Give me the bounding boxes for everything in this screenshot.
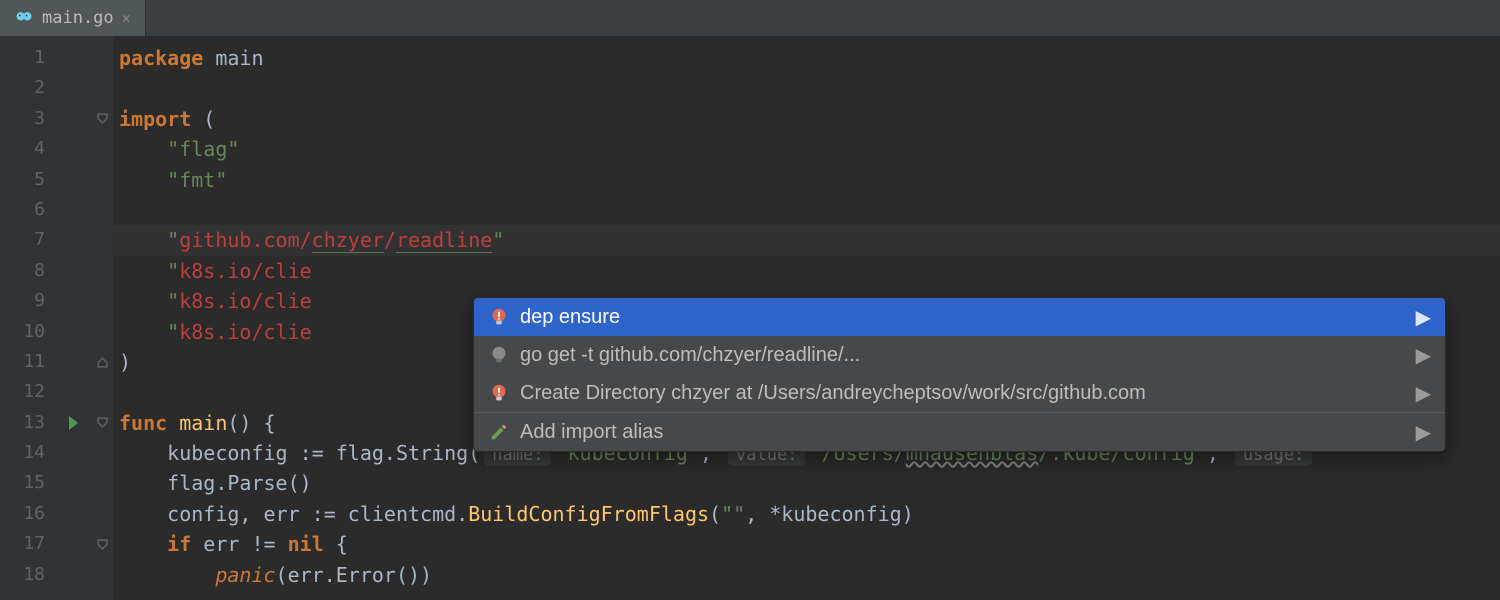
intention-item[interactable]: Create Directory chzyer at /Users/andrey… — [474, 374, 1445, 412]
code-line — [113, 73, 1500, 103]
gutter-cell — [55, 468, 91, 498]
gutter-cell — [55, 286, 91, 316]
intention-item[interactable]: Add import alias ▶ — [474, 413, 1445, 451]
gutter-cell — [55, 499, 91, 529]
gutter-cell — [55, 408, 91, 438]
intention-label: go get -t github.com/chzyer/readline/... — [520, 344, 860, 367]
run-icon[interactable] — [69, 416, 78, 430]
line-number[interactable]: 10 — [0, 317, 55, 347]
line-number[interactable]: 3 — [0, 104, 55, 134]
bulb-grey-icon — [488, 344, 510, 366]
submenu-arrow-icon: ▶ — [1416, 420, 1431, 445]
bulb-red-icon — [488, 306, 510, 328]
line-number[interactable]: 2 — [0, 73, 55, 103]
gutter-cell — [55, 134, 91, 164]
code-line: panic(err.Error()) — [113, 560, 1500, 590]
intention-item[interactable]: dep ensure ▶ — [474, 298, 1445, 336]
line-number[interactable]: 12 — [0, 377, 55, 407]
line-number[interactable]: 18 — [0, 560, 55, 590]
fold-cell — [91, 499, 113, 529]
submenu-arrow-icon: ▶ — [1416, 305, 1431, 330]
line-number[interactable]: 14 — [0, 438, 55, 468]
line-number[interactable]: 6 — [0, 195, 55, 225]
go-file-icon — [14, 8, 34, 28]
gutter-cell — [55, 438, 91, 468]
gutter-cell — [55, 165, 91, 195]
pencil-icon — [488, 421, 510, 443]
line-number[interactable]: 9 — [0, 286, 55, 316]
line-number-gutter: 123456789101112131415161718 — [0, 36, 55, 600]
fold-toggle-icon[interactable] — [91, 104, 113, 134]
line-number[interactable]: 16 — [0, 499, 55, 529]
gutter-cell — [55, 560, 91, 590]
submenu-arrow-icon: ▶ — [1416, 381, 1431, 406]
line-number[interactable]: 4 — [0, 134, 55, 164]
gutter-cell — [55, 104, 91, 134]
tab-filename: main.go — [42, 8, 114, 28]
editor: 123456789101112131415161718 package main… — [0, 36, 1500, 600]
fold-toggle-icon[interactable] — [91, 529, 113, 559]
intention-popup: dep ensure▶go get -t github.com/chzyer/r… — [473, 297, 1446, 452]
gutter-cell — [55, 195, 91, 225]
fold-cell — [91, 560, 113, 590]
fold-cell — [91, 438, 113, 468]
intention-label: Create Directory chzyer at /Users/andrey… — [520, 382, 1146, 405]
gutter-cell — [55, 377, 91, 407]
code-line: config, err := clientcmd.BuildConfigFrom… — [113, 499, 1500, 529]
run-gutter — [55, 36, 91, 600]
fold-cell — [91, 165, 113, 195]
fold-cell — [91, 73, 113, 103]
code-line — [113, 195, 1500, 225]
fold-toggle-icon[interactable] — [91, 347, 113, 377]
code-line: package main — [113, 43, 1500, 73]
gutter-cell — [55, 529, 91, 559]
line-number[interactable]: 15 — [0, 468, 55, 498]
gutter-cell — [55, 256, 91, 286]
line-number[interactable]: 5 — [0, 165, 55, 195]
intention-label: Add import alias — [520, 421, 663, 444]
fold-cell — [91, 317, 113, 347]
fold-cell — [91, 377, 113, 407]
line-number[interactable]: 8 — [0, 256, 55, 286]
code-line: "fmt" — [113, 165, 1500, 195]
fold-cell — [91, 286, 113, 316]
line-number[interactable]: 13 — [0, 408, 55, 438]
line-number[interactable]: 1 — [0, 43, 55, 73]
gutter-cell — [55, 73, 91, 103]
gutter-cell — [55, 225, 91, 255]
fold-cell — [91, 43, 113, 73]
intention-bulb-icon[interactable] — [147, 201, 165, 219]
bulb-red-icon — [488, 382, 510, 404]
line-number[interactable]: 7 — [0, 225, 55, 255]
code-line: import ( — [113, 104, 1500, 134]
fold-cell — [91, 225, 113, 255]
fold-cell — [91, 468, 113, 498]
fold-cell — [91, 134, 113, 164]
line-number[interactable]: 17 — [0, 529, 55, 559]
tab-bar: main.go ✕ — [0, 0, 1500, 36]
close-tab-icon[interactable]: ✕ — [122, 9, 131, 27]
fold-cell — [91, 256, 113, 286]
file-tab[interactable]: main.go ✕ — [0, 0, 146, 36]
line-number[interactable]: 11 — [0, 347, 55, 377]
gutter-cell — [55, 347, 91, 377]
code-line: "flag" — [113, 134, 1500, 164]
gutter-cell — [55, 43, 91, 73]
intention-item[interactable]: go get -t github.com/chzyer/readline/...… — [474, 336, 1445, 374]
code-line: "github.com/chzyer/readline" — [113, 225, 1500, 255]
code-line: if err != nil { — [113, 529, 1500, 559]
gutter-cell — [55, 317, 91, 347]
code-line: "k8s.io/clie — [113, 256, 1500, 286]
fold-toggle-icon[interactable] — [91, 408, 113, 438]
submenu-arrow-icon: ▶ — [1416, 343, 1431, 368]
fold-gutter — [91, 36, 113, 600]
fold-cell — [91, 195, 113, 225]
intention-label: dep ensure — [520, 306, 620, 329]
code-area[interactable]: package main import ( "flag" "fmt" "gith… — [113, 36, 1500, 600]
code-line: flag.Parse() — [113, 468, 1500, 498]
